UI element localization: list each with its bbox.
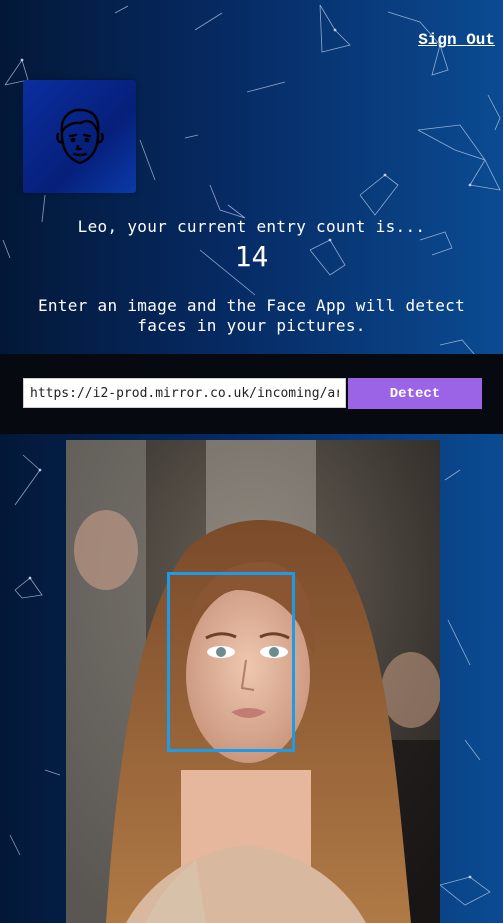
sign-out-link[interactable]: Sign Out xyxy=(418,31,495,49)
app-description: Enter an image and the Face App will det… xyxy=(37,296,466,335)
entry-count-value: 14 xyxy=(234,240,269,273)
app-logo xyxy=(23,80,136,193)
face-bounding-box xyxy=(167,572,295,752)
detected-image xyxy=(66,440,440,923)
image-url-input[interactable] xyxy=(23,378,346,408)
detect-button[interactable]: Detect xyxy=(348,378,482,409)
entry-count-greeting: Leo, your current entry count is... xyxy=(77,217,426,236)
image-link-form: Detect xyxy=(0,354,503,434)
face-outline-icon xyxy=(55,108,104,164)
